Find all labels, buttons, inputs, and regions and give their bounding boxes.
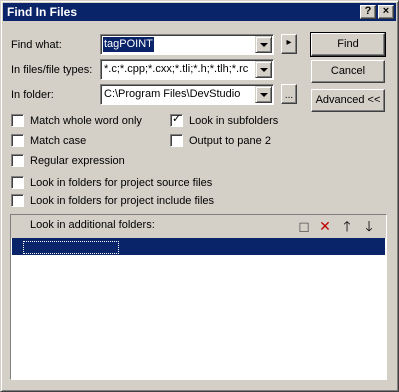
file-types-dropdown-icon[interactable] [255,61,272,78]
project-include-checkbox[interactable] [11,194,24,207]
folder-dropdown-icon[interactable] [255,86,272,103]
list-item[interactable] [12,238,385,255]
additional-folders-panel: Look in additional folders: ◻ ✕ 🡑 🡓 [10,214,387,380]
find-what-input[interactable]: tagPOINT [103,37,154,52]
regex-helper-arrow-button[interactable]: ▸ [281,34,297,54]
look-in-subfolders-label: Look in subfolders [189,115,279,127]
file-types-label: In files/file types: [11,64,93,76]
browse-folder-button[interactable]: ... [281,84,297,104]
move-up-icon[interactable]: 🡑 [339,218,355,234]
delete-folder-icon[interactable]: ✕ [317,218,333,234]
dialog-title: Find In Files [7,5,78,19]
move-down-icon[interactable]: 🡓 [361,218,377,234]
project-source-label: Look in folders for project source files [30,177,213,189]
find-what-dropdown-icon[interactable] [255,36,272,53]
regular-expression-checkbox[interactable] [11,154,24,167]
folder-label: In folder: [11,89,54,101]
output-to-pane2-checkbox[interactable] [170,134,183,147]
list-item-edit-field[interactable] [23,241,119,254]
project-source-checkbox[interactable] [11,176,24,189]
match-case-checkbox[interactable] [11,134,24,147]
look-in-subfolders-checkbox[interactable]: ✓ [170,113,183,127]
find-what-combo[interactable]: tagPOINT [100,34,274,55]
additional-folders-list[interactable] [11,238,386,379]
help-button[interactable]: ? [360,5,376,19]
output-to-pane2-label: Output to pane 2 [189,135,271,147]
check-mark-icon: ✓ [172,113,182,125]
close-button[interactable]: × [378,5,394,19]
match-whole-word-label: Match whole word only [30,115,142,127]
additional-folders-header: Look in additional folders: ◻ ✕ 🡑 🡓 [11,215,386,237]
cancel-button[interactable]: Cancel [311,60,385,83]
match-case-label: Match case [30,135,87,147]
find-in-files-dialog: Find In Files ? × Find what: tagPOINT ▸ … [0,0,399,392]
folder-combo[interactable]: C:\Program Files\DevStudio [100,84,274,105]
additional-folders-label: Look in additional folders: [30,219,155,231]
file-types-combo[interactable]: *.c;*.cpp;*.cxx;*.tli;*.h;*.tlh;*.rc [100,59,274,80]
file-types-input[interactable]: *.c;*.cpp;*.cxx;*.tli;*.h;*.tlh;*.rc [103,62,253,77]
find-what-label: Find what: [11,39,62,51]
advanced-button[interactable]: Advanced << [311,89,385,112]
regular-expression-label: Regular expression [30,155,125,167]
folder-input[interactable]: C:\Program Files\DevStudio [103,87,253,102]
project-include-label: Look in folders for project include file… [30,195,215,207]
new-folder-icon[interactable]: ◻ [296,218,312,234]
find-button[interactable]: Find [310,32,386,57]
match-whole-word-checkbox[interactable] [11,114,24,127]
title-bar: Find In Files ? × [3,3,396,21]
